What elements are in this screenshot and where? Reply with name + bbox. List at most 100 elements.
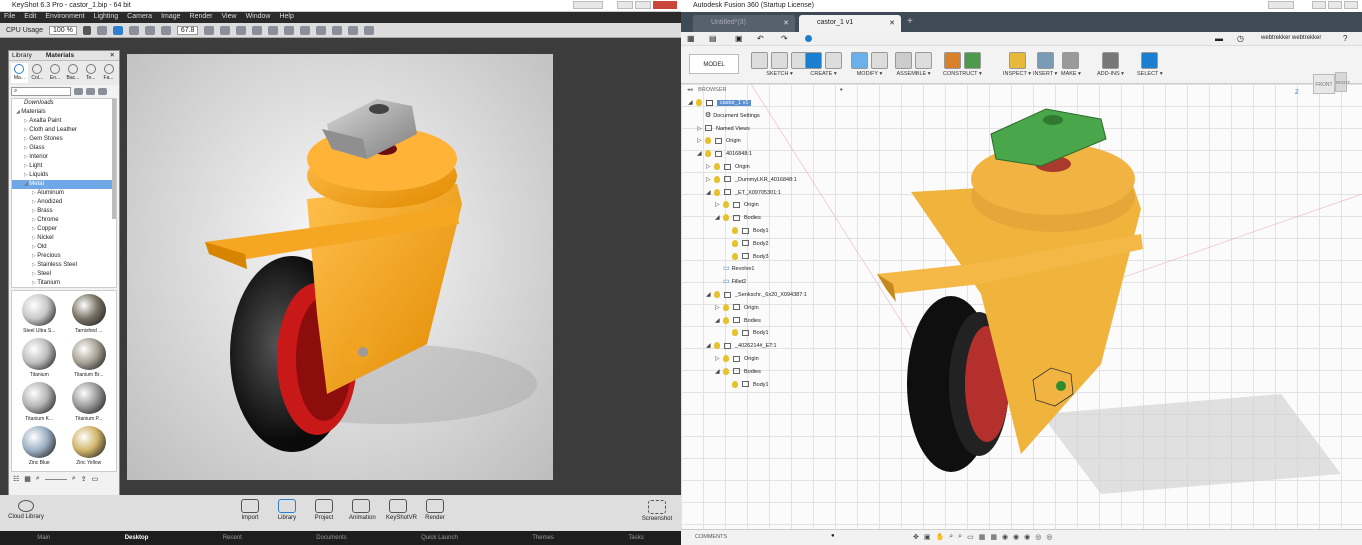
material-thumbnail[interactable]: Titanium K... [16,382,63,424]
construct-icon[interactable] [943,51,961,69]
material-thumbnail[interactable]: Steel Ultra S... [16,294,63,336]
rotate-icon[interactable] [236,25,247,35]
data-panel-icon[interactable]: ▦ [687,34,695,43]
tree-item[interactable]: ▷ Chrome [12,216,116,225]
maximize-button[interactable] [1328,1,1342,9]
ribbon-make[interactable]: MAKE ▾ [1061,49,1081,77]
select-icon[interactable] [1141,51,1159,69]
undo-icon[interactable]: ↶ [757,34,764,43]
camera-icon[interactable] [204,25,215,35]
ribbon-add-ins[interactable]: ADD-INS ▾ [1097,49,1124,77]
visibility-bulb-icon[interactable] [714,175,720,183]
thumbnail-size-slider[interactable] [44,479,67,480]
camera-icon[interactable]: ◉ [1024,533,1030,541]
visibility-bulb-icon[interactable] [696,99,702,107]
add-ins-icon[interactable] [1101,51,1119,69]
browser-node[interactable]: ⚙ Document Settings [697,111,760,121]
tree-item[interactable]: ▷ Cloth and Leather [12,126,116,135]
cpu-usage-select[interactable]: 100 % [48,25,77,35]
ribbon-create[interactable]: CREATE ▾ [805,49,842,77]
material-thumbnail[interactable]: Titanium P... [66,382,113,424]
focus-icon[interactable] [316,25,327,35]
tree-item[interactable]: ▷ Glass [12,144,116,153]
tab-untitled[interactable]: Untitled*(3) ✕ [693,15,795,32]
zoom-icon[interactable] [160,25,171,35]
browser-node[interactable]: ◢ Bodies [715,367,761,377]
browser-node[interactable]: Body1 [724,380,769,390]
pan-icon[interactable] [252,25,263,35]
tree-scrollbar[interactable] [112,99,116,219]
tree-item[interactable]: ▷ Old [12,243,116,252]
folder-add-icon[interactable] [86,88,95,95]
browser-node[interactable]: ▷ Origin [715,200,759,210]
insert-icon[interactable] [1036,51,1054,69]
close-icon[interactable]: ✕ [783,19,789,27]
visibility-bulb-icon[interactable] [723,367,729,375]
browser-node[interactable]: ◢ castor_1 v1 [688,98,752,108]
save-icon[interactable]: ▣ [735,34,743,43]
tree-item[interactable]: ▷ Stainless Steel [12,261,116,270]
ribbon-assemble[interactable]: ASSEMBLE ▾ [895,49,932,77]
visibility-bulb-icon[interactable] [723,201,729,209]
refresh-icon[interactable] [112,25,123,35]
taskbar-quick-launch[interactable]: Quick Launch [421,535,458,541]
redo-icon[interactable]: ↷ [781,34,788,43]
expand-arrow-icon[interactable]: ◢ [688,98,696,108]
folder-icon[interactable]: ▭ [92,475,99,483]
tree-item[interactable]: ▷ Aluminum [12,189,116,198]
zoom-out-icon[interactable]: ⌕ [36,475,40,483]
library-search-input[interactable]: ⌕ [11,87,71,96]
visibility-bulb-icon[interactable] [732,227,738,235]
modify-icon[interactable] [851,51,868,69]
visibility-bulb-icon[interactable] [723,303,729,311]
layers-icon[interactable] [364,25,375,35]
pan-icon[interactable]: ✋ [936,533,945,541]
expand-arrow-icon[interactable]: ◢ [706,188,714,198]
ribbon-select[interactable]: SELECT ▾ [1137,49,1163,77]
expand-arrow-icon[interactable]: ◢ [706,290,714,300]
effects-icon[interactable]: ◉ [1002,533,1008,541]
browser-node[interactable]: Body1 [724,226,769,236]
browser-node[interactable]: ▷ Origin [706,162,750,172]
visibility-bulb-icon[interactable] [723,355,729,363]
download-icon[interactable] [144,25,155,35]
import-button[interactable]: Import [238,497,262,521]
orbit-icon[interactable]: ✥ [913,533,919,541]
workspace-switcher[interactable]: MODEL [689,54,739,74]
browser-node[interactable]: ◢ _4026214#_ET:1 [706,341,777,351]
menu-help[interactable]: Help [279,13,293,22]
library-category-tab[interactable]: Ma... [11,63,28,83]
browser-node[interactable]: Body3 [724,252,769,262]
render-viewport[interactable] [127,54,553,480]
tree-item[interactable]: ▷ Interior [12,153,116,162]
library-category-tab[interactable]: Te... [82,63,99,83]
visibility-bulb-icon[interactable] [732,329,738,337]
sketch-icon[interactable] [771,51,788,69]
zoom-icon[interactable]: ⌕ [949,533,953,541]
display-settings-icon[interactable]: ▭ [967,533,974,541]
expand-arrow-icon[interactable]: ◢ [715,213,723,223]
menu-window[interactable]: Window [246,13,271,22]
minimize-button[interactable] [1312,1,1326,9]
look-at-icon[interactable]: ▣ [924,533,931,541]
clock-icon[interactable]: ◷ [1237,34,1244,43]
grid-icon[interactable] [300,25,311,35]
minimize-button[interactable] [617,1,633,9]
tab-castor[interactable]: castor_1 v1 ✕ [799,15,901,32]
browser-node[interactable]: ◢ _Senkschr._6x20_X094387:1 [706,290,807,300]
make-icon[interactable] [1062,51,1080,69]
settings-icon[interactable]: ◎ [1046,533,1052,541]
taskbar-main[interactable]: Main [37,535,50,541]
material-thumbnail[interactable]: Titanium [16,338,63,380]
grid-view-icon[interactable]: ▦ [24,475,31,483]
browser-node[interactable]: ▷ Origin [697,136,741,146]
project-button[interactable]: Project [312,497,336,521]
zoom-field[interactable]: 67.8 [176,25,199,35]
move-icon[interactable] [128,25,139,35]
expand-arrow-icon[interactable]: ◢ [715,367,723,377]
browser-node[interactable]: ◢ _ET_X09705301:1 [706,188,781,198]
tree-item[interactable]: ▷ Anodized [12,198,116,207]
visibility-bulb-icon[interactable] [714,342,720,350]
grid-settings-icon[interactable]: ▦ [979,533,986,541]
materials-tab[interactable]: Materials [46,51,74,60]
